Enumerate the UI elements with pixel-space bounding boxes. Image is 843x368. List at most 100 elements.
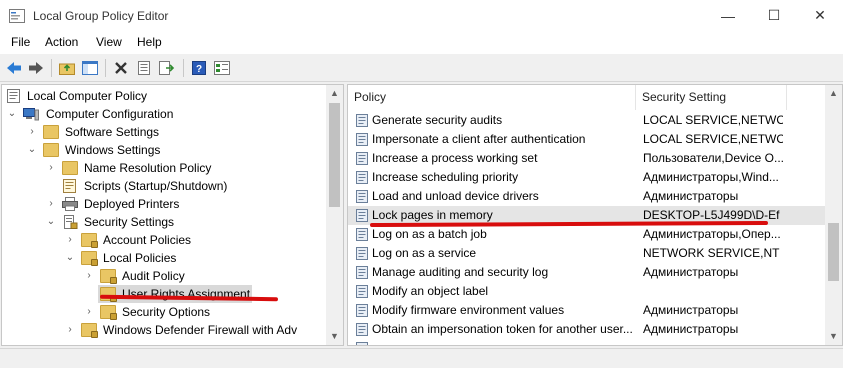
console-tree-pane[interactable]: Local Computer Policy ⌄ Computer Configu… bbox=[1, 84, 344, 346]
tree-item-label: Security Settings bbox=[84, 215, 175, 229]
policy-name: Modify an object label bbox=[372, 284, 489, 298]
tree-item-local-policies[interactable]: ⌄ Local Policies bbox=[2, 249, 328, 267]
chevron-right-icon[interactable]: › bbox=[64, 231, 76, 249]
back-icon[interactable] bbox=[4, 58, 24, 78]
minimize-button[interactable]: — bbox=[705, 0, 751, 31]
security-setting-value: Администраторы bbox=[643, 322, 739, 336]
tree-item-deployed-printers[interactable]: › Deployed Printers bbox=[2, 195, 328, 213]
policy-setting-icon bbox=[356, 209, 368, 222]
policy-setting-icon bbox=[356, 323, 368, 336]
lock-folder-icon bbox=[100, 269, 117, 284]
policy-row[interactable]: Increase scheduling priority Администрато… bbox=[348, 168, 826, 187]
tree-item-windows-settings[interactable]: ⌄ Windows Settings bbox=[2, 141, 328, 159]
policy-setting-icon bbox=[356, 171, 368, 184]
chevron-right-icon[interactable]: › bbox=[64, 321, 76, 339]
policy-name: Load and unload device drivers bbox=[372, 189, 539, 203]
tree-item-computer-configuration[interactable]: ⌄ Computer Configuration bbox=[2, 105, 328, 123]
security-icon bbox=[64, 215, 78, 229]
policy-row[interactable]: Log on as a service NETWORK SERVICE,NT S.… bbox=[348, 244, 826, 263]
properties-icon[interactable] bbox=[134, 58, 154, 78]
chevron-down-icon[interactable]: ⌄ bbox=[26, 141, 38, 159]
printer-icon bbox=[62, 197, 78, 211]
scroll-up-icon[interactable]: ▲ bbox=[326, 85, 343, 102]
tree-item-security-options[interactable]: › Security Options bbox=[2, 303, 328, 321]
tree-item-software-settings[interactable]: › Software Settings bbox=[2, 123, 328, 141]
tree-item-user-rights-assignment[interactable]: User Rights Assignment bbox=[2, 285, 328, 303]
tree-item-name-resolution-policy[interactable]: › Name Resolution Policy bbox=[2, 159, 328, 177]
tree-item-scripts[interactable]: Scripts (Startup/Shutdown) bbox=[2, 177, 328, 195]
policy-name: Log on as a batch job bbox=[372, 227, 487, 241]
chevron-right-icon[interactable]: › bbox=[45, 195, 57, 213]
chevron-down-icon[interactable]: ⌄ bbox=[45, 213, 57, 231]
menu-action[interactable]: Action bbox=[45, 35, 78, 49]
policy-row[interactable]: Impersonate a client after authenticatio… bbox=[348, 130, 826, 149]
policy-row[interactable]: Manage auditing and security log Админист… bbox=[348, 263, 826, 282]
scrollbar-thumb[interactable] bbox=[329, 103, 340, 207]
folder-icon bbox=[43, 143, 59, 157]
menu-file[interactable]: File bbox=[11, 35, 30, 49]
policy-row[interactable]: Generate security audits LOCAL SERVICE,NE… bbox=[348, 111, 826, 130]
svg-text:?: ? bbox=[196, 64, 202, 75]
tree-item-security-settings[interactable]: ⌄ Security Settings bbox=[2, 213, 328, 231]
maximize-button[interactable]: ☐ bbox=[751, 0, 797, 31]
policy-row[interactable]: Modify firmware environment values Админи… bbox=[348, 301, 826, 320]
tree-item-label: Name Resolution Policy bbox=[84, 161, 212, 175]
policy-row[interactable]: Log on as a batch job Администраторы,Опер… bbox=[348, 225, 826, 244]
tree-scrollbar[interactable]: ▲ ▼ bbox=[326, 85, 343, 345]
policy-list-pane[interactable]: Policy Security Setting Generate securit… bbox=[347, 84, 843, 346]
menu-help[interactable]: Help bbox=[137, 35, 162, 49]
scroll-up-icon[interactable]: ▲ bbox=[825, 85, 842, 102]
help-icon[interactable]: ? bbox=[189, 58, 209, 78]
policy-row[interactable]: Increase a process working set Пользовате… bbox=[348, 149, 826, 168]
policy-row[interactable] bbox=[348, 339, 826, 345]
tree-item-label: Account Policies bbox=[103, 233, 192, 247]
chevron-down-icon[interactable]: ⌄ bbox=[64, 249, 76, 267]
forward-icon[interactable] bbox=[26, 58, 46, 78]
policy-row[interactable]: Load and unload device drivers Администра… bbox=[348, 187, 826, 206]
chevron-right-icon[interactable]: › bbox=[83, 303, 95, 321]
policy-name: Increase scheduling priority bbox=[372, 170, 519, 184]
policy-row[interactable]: Obtain an impersonation token for anothe… bbox=[348, 320, 826, 339]
status-bar bbox=[0, 348, 843, 368]
policy-setting-icon bbox=[356, 190, 368, 203]
tree-item-label: Security Options bbox=[122, 305, 211, 319]
security-setting-value: LOCAL SERVICE,NETWO... bbox=[643, 113, 783, 127]
scroll-down-icon[interactable]: ▼ bbox=[825, 328, 842, 345]
scroll-down-icon[interactable]: ▼ bbox=[326, 328, 343, 345]
security-setting-value: Администраторы,Опер... bbox=[643, 227, 781, 241]
policy-row[interactable]: Modify an object label bbox=[348, 282, 826, 301]
tree-item-local-computer-policy[interactable]: Local Computer Policy bbox=[2, 87, 328, 105]
export-list-icon[interactable] bbox=[157, 58, 177, 78]
chevron-down-icon[interactable]: ⌄ bbox=[6, 105, 18, 123]
folder-icon bbox=[62, 161, 78, 175]
column-header-security-setting[interactable]: Security Setting bbox=[636, 85, 787, 110]
chevron-right-icon[interactable]: › bbox=[45, 159, 57, 177]
chevron-right-icon[interactable]: › bbox=[83, 267, 95, 285]
column-header-policy[interactable]: Policy bbox=[348, 85, 636, 110]
tree-item-windows-defender-firewall[interactable]: › Windows Defender Firewall with Adv bbox=[2, 321, 328, 339]
up-folder-icon[interactable] bbox=[57, 58, 77, 78]
menu-view[interactable]: View bbox=[96, 35, 122, 49]
lock-folder-icon bbox=[81, 251, 98, 266]
policy-setting-icon bbox=[356, 152, 368, 165]
security-setting-value: Администраторы bbox=[643, 265, 739, 279]
policy-setting-icon bbox=[356, 228, 368, 241]
scrollbar-thumb[interactable] bbox=[828, 223, 839, 281]
security-setting-value: Администраторы bbox=[643, 189, 739, 203]
policy-name: Increase a process working set bbox=[372, 151, 538, 165]
show-hide-tree-icon[interactable] bbox=[80, 58, 100, 78]
tree-item-label: Audit Policy bbox=[122, 269, 185, 283]
tree-item-label: Local Policies bbox=[103, 251, 177, 265]
menu-bar: File Action View Help bbox=[0, 31, 843, 54]
policy-setting-icon bbox=[356, 114, 368, 127]
close-button[interactable]: ✕ bbox=[797, 0, 843, 31]
security-setting-value: Пользователи,Device O... bbox=[643, 151, 783, 165]
tree-item-audit-policy[interactable]: › Audit Policy bbox=[2, 267, 328, 285]
tree-item-account-policies[interactable]: › Account Policies bbox=[2, 231, 328, 249]
delete-icon[interactable] bbox=[111, 58, 131, 78]
list-scrollbar[interactable]: ▲ ▼ bbox=[825, 85, 842, 345]
toggle-view-icon[interactable] bbox=[212, 58, 232, 78]
tree-item-label: Computer Configuration bbox=[46, 107, 174, 121]
chevron-right-icon[interactable]: › bbox=[26, 123, 38, 141]
group-policy-app-icon bbox=[9, 9, 25, 23]
